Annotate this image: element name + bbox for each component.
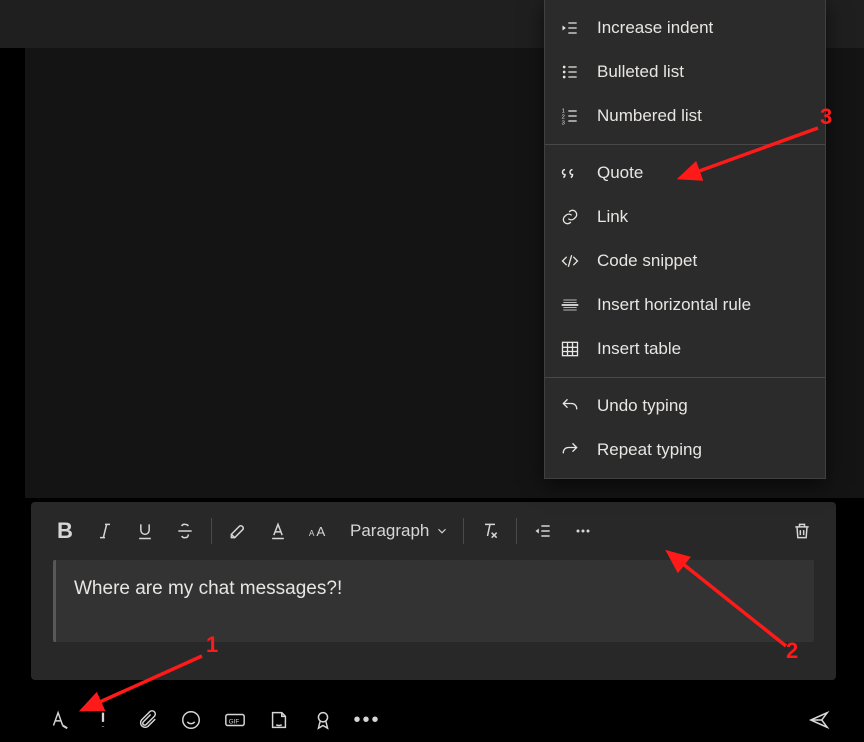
smile-icon <box>180 709 202 731</box>
menu-item-label: Undo typing <box>597 396 688 416</box>
bulleted-list-icon <box>557 59 583 85</box>
highlight-icon <box>228 521 248 541</box>
badge-icon <box>312 709 334 731</box>
menu-item-link[interactable]: Link <box>545 195 825 239</box>
menu-item-code-snippet[interactable]: Code snippet <box>545 239 825 283</box>
menu-item-label: Code snippet <box>597 251 697 271</box>
compose-actions: GIF ••• <box>44 700 834 740</box>
quote-icon <box>557 160 583 186</box>
format-icon <box>48 709 70 731</box>
gif-button[interactable]: GIF <box>220 705 250 735</box>
menu-item-insert-table[interactable]: Insert table <box>545 327 825 371</box>
table-icon <box>557 336 583 362</box>
bold-button[interactable]: B <box>45 511 85 551</box>
svg-text:A: A <box>316 524 325 539</box>
paragraph-style-dropdown[interactable]: Paragraph <box>338 511 457 551</box>
svg-text:3: 3 <box>562 120 565 126</box>
menu-item-label: Numbered list <box>597 106 702 126</box>
strikethrough-button[interactable] <box>165 511 205 551</box>
praise-button[interactable] <box>308 705 338 735</box>
more-horizontal-icon <box>573 521 593 541</box>
more-actions-button[interactable]: ••• <box>352 705 382 735</box>
undo-icon <box>557 393 583 419</box>
decrease-indent-icon <box>533 521 553 541</box>
toolbar-divider <box>211 518 212 544</box>
compose-box: B AA Paragraph <box>31 502 836 680</box>
svg-text:A: A <box>309 528 315 538</box>
priority-button[interactable] <box>88 705 118 735</box>
menu-group-undo: Undo typing Repeat typing <box>545 378 825 478</box>
send-icon <box>808 709 830 731</box>
link-icon <box>557 204 583 230</box>
sticker-button[interactable] <box>264 705 294 735</box>
highlight-button[interactable] <box>218 511 258 551</box>
menu-item-increase-indent[interactable]: Increase indent <box>545 6 825 50</box>
indent-icon <box>557 15 583 41</box>
send-button[interactable] <box>804 705 834 735</box>
menu-item-quote[interactable]: Quote <box>545 151 825 195</box>
menu-item-label: Insert table <box>597 339 681 359</box>
menu-group-lists: Increase indent Bulleted list 123 Number… <box>545 0 825 145</box>
exclamation-icon <box>92 709 114 731</box>
menu-item-repeat-typing[interactable]: Repeat typing <box>545 428 825 472</box>
paperclip-icon <box>136 709 158 731</box>
decrease-indent-button[interactable] <box>523 511 563 551</box>
app-root: Increase indent Bulleted list 123 Number… <box>0 0 864 742</box>
menu-item-numbered-list[interactable]: 123 Numbered list <box>545 94 825 138</box>
toolbar-divider <box>516 518 517 544</box>
delete-button[interactable] <box>782 511 822 551</box>
menu-item-label: Link <box>597 207 628 227</box>
more-options-button[interactable] <box>563 511 603 551</box>
format-toolbar: B AA Paragraph <box>31 502 836 560</box>
hr-icon <box>557 292 583 318</box>
trash-icon <box>792 521 812 541</box>
menu-item-label: Repeat typing <box>597 440 702 460</box>
message-text: Where are my chat messages?! <box>74 578 342 599</box>
italic-button[interactable] <box>85 511 125 551</box>
format-toggle-button[interactable] <box>44 705 74 735</box>
menu-item-label: Bulleted list <box>597 62 684 82</box>
redo-icon <box>557 437 583 463</box>
gif-icon: GIF <box>224 709 246 731</box>
toolbar-divider <box>463 518 464 544</box>
numbered-list-icon: 123 <box>557 103 583 129</box>
more-horizontal-icon: ••• <box>353 710 380 730</box>
chevron-down-icon <box>435 524 449 538</box>
compose-input-wrap: Where are my chat messages?! <box>31 560 836 642</box>
font-color-icon <box>268 521 288 541</box>
menu-item-label: Increase indent <box>597 18 713 38</box>
format-overflow-menu: Increase indent Bulleted list 123 Number… <box>544 0 826 479</box>
attach-button[interactable] <box>132 705 162 735</box>
svg-text:GIF: GIF <box>229 719 240 726</box>
underline-icon <box>135 521 155 541</box>
bold-icon: B <box>57 518 73 544</box>
font-size-button[interactable]: AA <box>298 511 338 551</box>
underline-button[interactable] <box>125 511 165 551</box>
menu-item-insert-hr[interactable]: Insert horizontal rule <box>545 283 825 327</box>
clear-formatting-icon <box>480 521 500 541</box>
clear-formatting-button[interactable] <box>470 511 510 551</box>
emoji-button[interactable] <box>176 705 206 735</box>
code-icon <box>557 248 583 274</box>
italic-icon <box>95 521 115 541</box>
menu-item-bulleted-list[interactable]: Bulleted list <box>545 50 825 94</box>
menu-item-label: Quote <box>597 163 643 183</box>
menu-item-undo-typing[interactable]: Undo typing <box>545 384 825 428</box>
sticker-icon <box>268 709 290 731</box>
font-size-icon: AA <box>308 521 328 541</box>
strikethrough-icon <box>175 521 195 541</box>
menu-group-insert: Quote Link Code snippet Insert horizonta… <box>545 145 825 378</box>
message-input[interactable]: Where are my chat messages?! <box>53 560 814 642</box>
menu-item-label: Insert horizontal rule <box>597 295 751 315</box>
font-color-button[interactable] <box>258 511 298 551</box>
paragraph-label: Paragraph <box>350 521 429 541</box>
